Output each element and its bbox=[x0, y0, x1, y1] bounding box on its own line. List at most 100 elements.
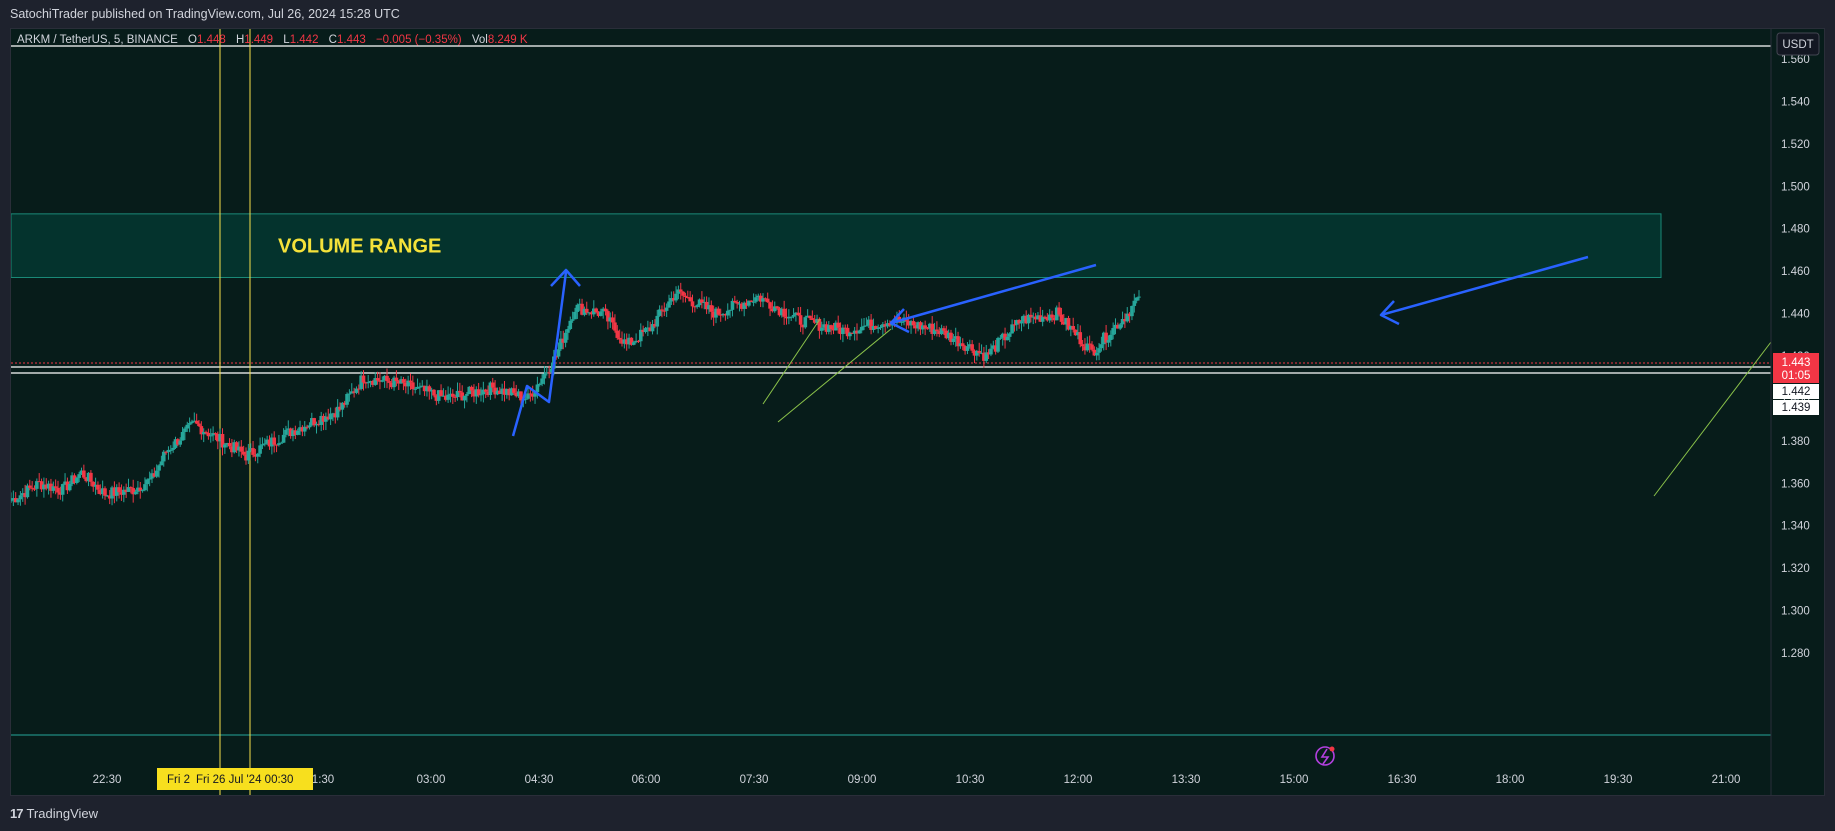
candle-body[interactable] bbox=[1094, 352, 1099, 356]
candle-body[interactable] bbox=[387, 381, 392, 383]
candle-body[interactable] bbox=[258, 445, 262, 454]
candle-body[interactable] bbox=[479, 394, 483, 396]
candle-body[interactable] bbox=[366, 382, 370, 384]
candle-body[interactable] bbox=[730, 300, 735, 310]
candle-body[interactable] bbox=[798, 315, 803, 325]
candle-body[interactable] bbox=[183, 428, 187, 432]
candle-body[interactable] bbox=[728, 309, 732, 311]
candle-body[interactable] bbox=[408, 380, 413, 383]
candle-body[interactable] bbox=[695, 305, 699, 307]
candle-body[interactable] bbox=[197, 423, 201, 427]
candle-body[interactable] bbox=[859, 326, 864, 331]
candle-body[interactable] bbox=[77, 474, 81, 478]
candle-body[interactable] bbox=[1090, 344, 1094, 350]
candle-body[interactable] bbox=[328, 413, 333, 420]
candle-body[interactable] bbox=[709, 305, 714, 312]
candle-body[interactable] bbox=[615, 330, 620, 338]
candle-body[interactable] bbox=[537, 383, 542, 385]
candle-body[interactable] bbox=[690, 301, 695, 307]
candle-body[interactable] bbox=[819, 327, 824, 331]
candle-body[interactable] bbox=[789, 316, 793, 318]
candle-body[interactable] bbox=[573, 311, 577, 320]
candle-body[interactable] bbox=[56, 487, 60, 493]
candle-body[interactable] bbox=[681, 291, 685, 296]
chart-pane[interactable]: VOLUME RANGE 1.560 1.540 1.520 1.500 1.480 1.… bbox=[9, 28, 1825, 796]
candle-body[interactable] bbox=[535, 384, 540, 393]
candle-body[interactable] bbox=[977, 350, 981, 353]
candle-body[interactable] bbox=[446, 394, 450, 400]
candle-body[interactable] bbox=[1099, 344, 1104, 349]
candle-body[interactable] bbox=[1005, 336, 1010, 341]
candle-body[interactable] bbox=[643, 328, 648, 332]
candle-body[interactable] bbox=[1080, 344, 1085, 347]
candle-body[interactable] bbox=[674, 293, 678, 301]
volume-range-zone[interactable] bbox=[10, 213, 1662, 279]
candle-body[interactable] bbox=[117, 487, 121, 493]
candle-body[interactable] bbox=[451, 393, 455, 397]
candle-body[interactable] bbox=[1118, 324, 1122, 329]
candle-body[interactable] bbox=[683, 295, 688, 298]
candle-body[interactable] bbox=[89, 472, 93, 482]
candle-body[interactable] bbox=[594, 308, 598, 313]
candle-body[interactable] bbox=[187, 423, 192, 425]
candle-body[interactable] bbox=[836, 322, 840, 328]
candle-body[interactable] bbox=[998, 337, 1003, 339]
candle-body[interactable] bbox=[185, 424, 190, 429]
candle-body[interactable] bbox=[716, 308, 721, 315]
candle-body[interactable] bbox=[103, 488, 107, 496]
candle-body[interactable] bbox=[960, 343, 965, 347]
candle-body[interactable] bbox=[208, 435, 213, 437]
candle-body[interactable] bbox=[570, 319, 575, 321]
candle-body[interactable] bbox=[782, 308, 786, 317]
candle-body[interactable] bbox=[413, 388, 417, 390]
candle-body[interactable] bbox=[251, 448, 255, 455]
candle-body[interactable] bbox=[1087, 343, 1092, 345]
candle-body[interactable] bbox=[725, 310, 730, 316]
candle-body[interactable] bbox=[765, 298, 770, 303]
candle-body[interactable] bbox=[935, 329, 939, 332]
candle-body[interactable] bbox=[808, 315, 812, 319]
candle-body[interactable] bbox=[613, 322, 617, 331]
candle-body[interactable] bbox=[418, 386, 422, 388]
candle-body[interactable] bbox=[688, 297, 692, 302]
candle-body[interactable] bbox=[803, 317, 808, 328]
candle-body[interactable] bbox=[864, 325, 869, 327]
candle-body[interactable] bbox=[490, 382, 495, 388]
candle-body[interactable] bbox=[751, 301, 756, 303]
candle-body[interactable] bbox=[1097, 348, 1101, 353]
candle-body[interactable] bbox=[161, 451, 166, 462]
candle-body[interactable] bbox=[603, 308, 608, 312]
candle-body[interactable] bbox=[75, 477, 79, 483]
candle-body[interactable] bbox=[542, 373, 547, 379]
candle-body[interactable] bbox=[556, 349, 561, 357]
candle-body[interactable] bbox=[1132, 300, 1137, 306]
candle-body[interactable] bbox=[1059, 314, 1064, 322]
candle-body[interactable] bbox=[263, 443, 267, 445]
plot-area[interactable] bbox=[11, 29, 1771, 795]
candle-body[interactable] bbox=[540, 378, 544, 384]
candle-body[interactable] bbox=[655, 315, 660, 327]
candle-body[interactable] bbox=[483, 389, 488, 392]
candle-body[interactable] bbox=[733, 300, 737, 303]
tradingview-logo[interactable]: 17 TradingView bbox=[10, 806, 98, 821]
candle-body[interactable] bbox=[1137, 296, 1141, 298]
candle-body[interactable] bbox=[942, 328, 946, 331]
candle-body[interactable] bbox=[899, 321, 904, 323]
candle-body[interactable] bbox=[857, 330, 862, 334]
candle-body[interactable] bbox=[255, 453, 260, 457]
candle-body[interactable] bbox=[610, 317, 615, 323]
candle-body[interactable] bbox=[1071, 326, 1075, 330]
candle-body[interactable] bbox=[169, 449, 173, 451]
candle-body[interactable] bbox=[411, 382, 415, 390]
candle-body[interactable] bbox=[385, 375, 389, 382]
candle-body[interactable] bbox=[563, 332, 568, 343]
candle-body[interactable] bbox=[1106, 340, 1111, 343]
candle-body[interactable] bbox=[996, 338, 1000, 352]
candle-body[interactable] bbox=[829, 325, 833, 330]
candle-body[interactable] bbox=[180, 431, 185, 441]
candle-body[interactable] bbox=[1007, 333, 1012, 337]
candle-body[interactable] bbox=[246, 450, 251, 461]
candle-body[interactable] bbox=[458, 390, 462, 393]
candle-body[interactable] bbox=[60, 484, 65, 495]
candle-body[interactable] bbox=[911, 321, 916, 326]
